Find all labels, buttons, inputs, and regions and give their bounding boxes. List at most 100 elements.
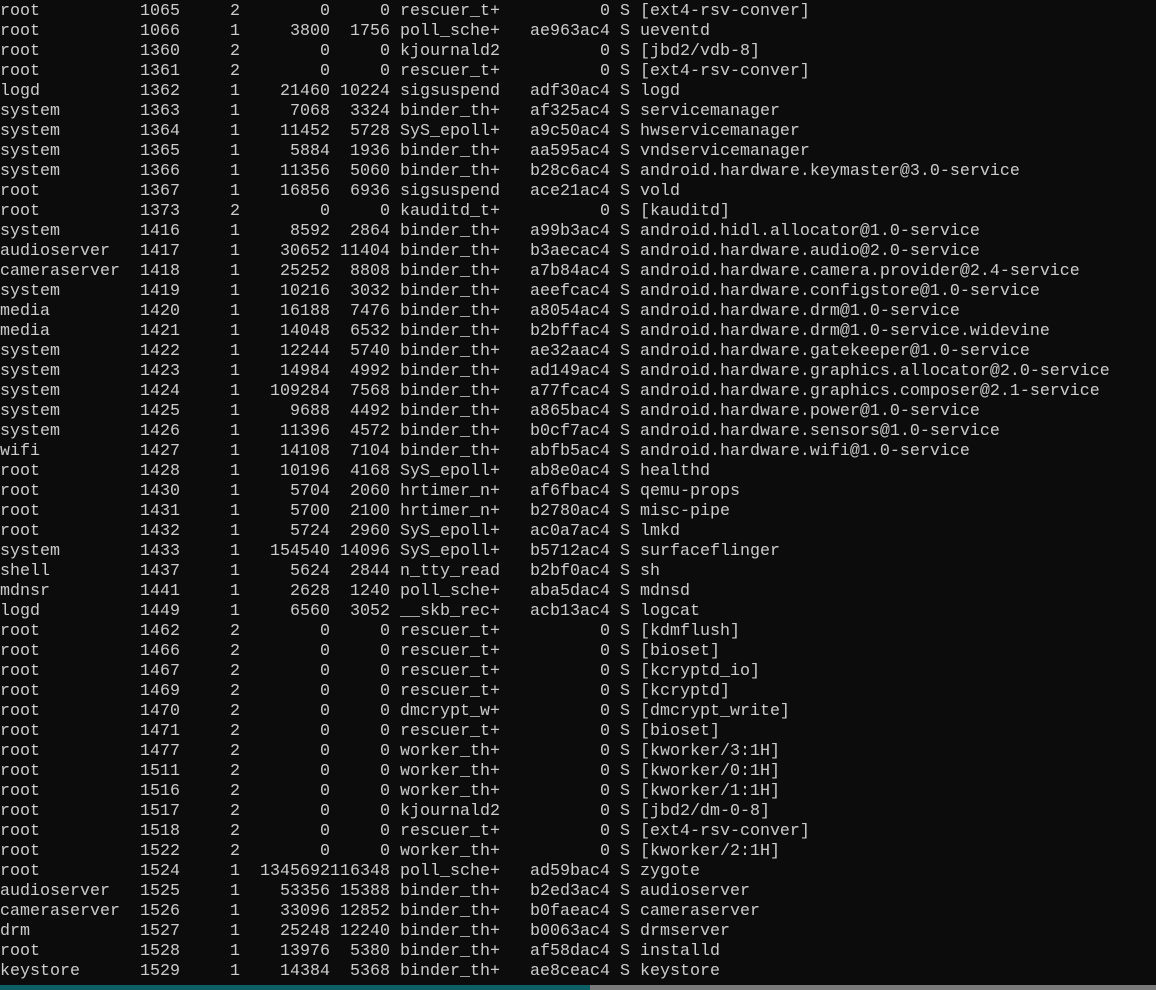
process-addr: ae8ceac4 [530,962,610,981]
process-s: S [620,82,630,101]
process-s: S [620,222,630,241]
process-row: root 1469 2 0 0 rescuer_t+ 0 S [kcryptd] [0,682,1156,702]
process-ppid: 1 [230,962,240,981]
process-addr: 0 [600,742,610,761]
process-user: root [0,42,40,61]
process-ppid: 2 [230,742,240,761]
process-pid: 1417 [140,242,180,261]
process-ppid: 1 [230,582,240,601]
process-ppid: 2 [230,642,240,661]
process-row: root 1367 1 16856 6936 sigsuspend ace21ac4 Svol… [0,182,1156,202]
process-row: root 1516 2 0 0 worker_th+ 0 S [kworker/1:1H] [0,782,1156,802]
process-s: S [620,402,630,421]
process-pid: 1441 [140,582,180,601]
process-addr: b28c6ac4 [530,162,610,181]
process-vsz: 25252 [280,262,330,281]
process-ppid: 1 [230,462,240,481]
process-pid: 1466 [140,642,180,661]
process-s: S [620,702,630,721]
process-wchan: kauditd_t+ [400,202,500,221]
process-ppid: 1 [230,382,240,401]
process-wchan: hrtimer_n+ [400,482,500,501]
process-row: root 1470 2 0 0 dmcrypt_w+ 0 S [dmcrypt_write] [0,702,1156,722]
process-s: S [620,922,630,941]
process-addr: b0cf7ac4 [530,422,610,441]
process-name: [jbd2/dm-0-8] [640,802,770,821]
process-row: logd 1449 1 6560 3052 __skb_rec+ acb13ac4 Slogc… [0,602,1156,622]
process-vsz: 16188 [280,302,330,321]
process-vsz: 0 [320,642,330,661]
process-user: root [0,62,40,81]
process-wchan: __skb_rec+ [400,602,500,621]
process-user: audioserver [0,242,110,261]
process-pid: 1427 [140,442,180,461]
process-addr: 0 [600,782,610,801]
process-rss: 0 [380,782,390,801]
process-rss: 4572 [350,422,390,441]
process-user: root [0,182,40,201]
process-row: root 1360 2 0 0 kjournald2 0 S [jbd2/vdb-8] [0,42,1156,62]
process-vsz: 0 [320,722,330,741]
process-row: system 1364 1 11452 5728 SyS_epoll+ a9c50ac4 Sh… [0,122,1156,142]
process-ppid: 1 [230,222,240,241]
process-ppid: 1 [230,902,240,921]
process-wchan: rescuer_t+ [400,662,500,681]
process-s: S [620,722,630,741]
process-s: S [620,322,630,341]
process-rss: 0 [380,802,390,821]
process-user: root [0,2,40,21]
process-pid: 1065 [140,2,180,21]
process-ppid: 1 [230,602,240,621]
process-vsz: 5704 [290,482,330,501]
process-wchan: SyS_epoll+ [400,122,500,141]
process-ppid: 1 [230,322,240,341]
process-name: logd [640,82,680,101]
taskbar-active-strip [0,985,590,990]
process-row: root 1518 2 0 0 rescuer_t+ 0 S [ext4-rsv-conver] [0,822,1156,842]
process-pid: 1518 [140,822,180,841]
process-name: [kworker/2:1H] [640,842,780,861]
process-wchan: hrtimer_n+ [400,502,500,521]
process-rss: 6936 [350,182,390,201]
process-s: S [620,542,630,561]
process-vsz: 12244 [280,342,330,361]
process-row: root 1524 1 1345692 116348 poll_sche+ ad59bac4… [0,862,1156,882]
process-wchan: rescuer_t+ [400,822,500,841]
process-s: S [620,442,630,461]
process-name: [ext4-rsv-conver] [640,2,810,21]
process-s: S [620,662,630,681]
process-ppid: 1 [230,862,240,881]
process-row: root 1065 2 0 0 rescuer_t+ 0 S [ext4-rsv-conver] [0,2,1156,22]
process-ppid: 1 [230,942,240,961]
process-user: root [0,522,40,541]
process-rss: 1240 [350,582,390,601]
process-s: S [620,882,630,901]
process-user: logd [0,82,40,101]
process-addr: 0 [600,202,610,221]
process-pid: 1367 [140,182,180,201]
process-user: root [0,822,40,841]
terminal-output[interactable]: root 1065 2 0 0 rescuer_t+ 0 S [ext4-rsv-conver]… [0,2,1156,982]
process-user: logd [0,602,40,621]
process-row: system 1419 1 10216 3032 binder_th+ aeefcac4 Sa… [0,282,1156,302]
process-wchan: worker_th+ [400,842,500,861]
process-addr: 0 [600,762,610,781]
process-ppid: 1 [230,422,240,441]
process-user: system [0,282,60,301]
process-user: drm [0,922,30,941]
process-row: audioserver 1417 1 30652 11404 binder_th+ b3ae… [0,242,1156,262]
process-ppid: 2 [230,762,240,781]
process-s: S [620,62,630,81]
taskbar-strip [0,985,1156,990]
process-row: media 1421 1 14048 6532 binder_th+ b2bffac4 San… [0,322,1156,342]
process-wchan: binder_th+ [400,902,500,921]
process-row: root 1528 1 13976 5380 binder_th+ af58dac4 Sins… [0,942,1156,962]
process-ppid: 2 [230,42,240,61]
process-ppid: 1 [230,302,240,321]
process-user: root [0,622,40,641]
process-pid: 1516 [140,782,180,801]
process-addr: 0 [600,662,610,681]
process-row: root 1066 1 3800 1756 poll_sche+ ae963ac4 Sueve… [0,22,1156,42]
process-user: root [0,642,40,661]
process-name: sh [640,562,660,581]
